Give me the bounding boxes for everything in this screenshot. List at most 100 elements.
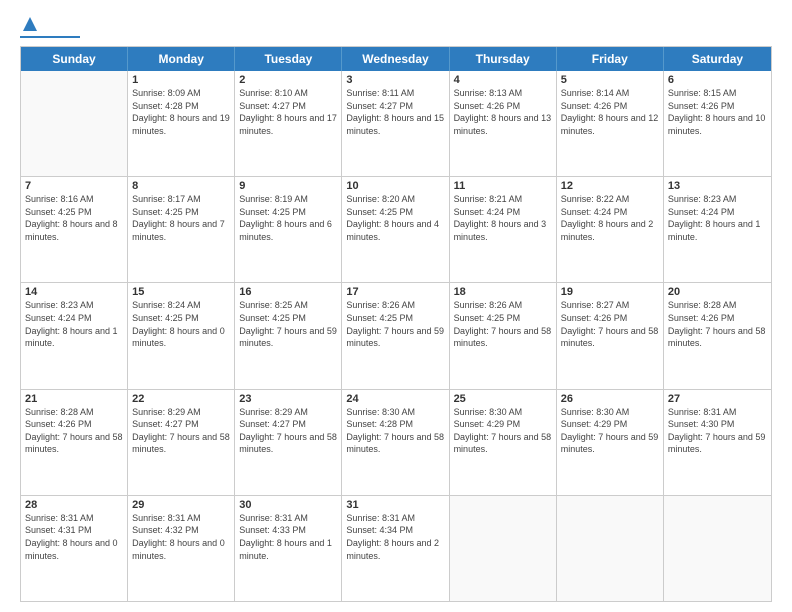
- day-number: 6: [668, 74, 767, 86]
- cal-cell: 2Sunrise: 8:10 AMSunset: 4:27 PMDaylight…: [235, 71, 342, 176]
- cal-cell: 29Sunrise: 8:31 AMSunset: 4:32 PMDayligh…: [128, 496, 235, 601]
- day-number: 9: [239, 180, 337, 192]
- day-info: Sunrise: 8:21 AMSunset: 4:24 PMDaylight:…: [454, 193, 552, 243]
- day-number: 5: [561, 74, 659, 86]
- weekday-header-sunday: Sunday: [21, 47, 128, 71]
- weekday-header-thursday: Thursday: [450, 47, 557, 71]
- cal-row-2: 14Sunrise: 8:23 AMSunset: 4:24 PMDayligh…: [21, 283, 771, 389]
- day-info: Sunrise: 8:29 AMSunset: 4:27 PMDaylight:…: [239, 406, 337, 456]
- cal-cell: 8Sunrise: 8:17 AMSunset: 4:25 PMDaylight…: [128, 177, 235, 282]
- day-number: 11: [454, 180, 552, 192]
- day-info: Sunrise: 8:17 AMSunset: 4:25 PMDaylight:…: [132, 193, 230, 243]
- logo-line: [20, 36, 80, 38]
- weekday-header-saturday: Saturday: [664, 47, 771, 71]
- day-info: Sunrise: 8:26 AMSunset: 4:25 PMDaylight:…: [346, 299, 444, 349]
- calendar-header: SundayMondayTuesdayWednesdayThursdayFrid…: [21, 47, 771, 71]
- cal-cell: [664, 496, 771, 601]
- day-number: 14: [25, 286, 123, 298]
- day-info: Sunrise: 8:31 AMSunset: 4:32 PMDaylight:…: [132, 512, 230, 562]
- day-number: 24: [346, 393, 444, 405]
- day-number: 7: [25, 180, 123, 192]
- cal-cell: [557, 496, 664, 601]
- cal-cell: 21Sunrise: 8:28 AMSunset: 4:26 PMDayligh…: [21, 390, 128, 495]
- day-info: Sunrise: 8:31 AMSunset: 4:33 PMDaylight:…: [239, 512, 337, 562]
- weekday-header-friday: Friday: [557, 47, 664, 71]
- day-info: Sunrise: 8:23 AMSunset: 4:24 PMDaylight:…: [25, 299, 123, 349]
- cal-cell: 24Sunrise: 8:30 AMSunset: 4:28 PMDayligh…: [342, 390, 449, 495]
- cal-row-1: 7Sunrise: 8:16 AMSunset: 4:25 PMDaylight…: [21, 177, 771, 283]
- day-info: Sunrise: 8:30 AMSunset: 4:29 PMDaylight:…: [454, 406, 552, 456]
- day-number: 12: [561, 180, 659, 192]
- cal-cell: 31Sunrise: 8:31 AMSunset: 4:34 PMDayligh…: [342, 496, 449, 601]
- logo-top: [20, 16, 39, 37]
- day-number: 8: [132, 180, 230, 192]
- cal-row-3: 21Sunrise: 8:28 AMSunset: 4:26 PMDayligh…: [21, 390, 771, 496]
- day-info: Sunrise: 8:28 AMSunset: 4:26 PMDaylight:…: [668, 299, 767, 349]
- day-info: Sunrise: 8:10 AMSunset: 4:27 PMDaylight:…: [239, 87, 337, 137]
- cal-cell: 22Sunrise: 8:29 AMSunset: 4:27 PMDayligh…: [128, 390, 235, 495]
- day-number: 15: [132, 286, 230, 298]
- day-info: Sunrise: 8:14 AMSunset: 4:26 PMDaylight:…: [561, 87, 659, 137]
- day-number: 16: [239, 286, 337, 298]
- cal-cell: 15Sunrise: 8:24 AMSunset: 4:25 PMDayligh…: [128, 283, 235, 388]
- day-info: Sunrise: 8:19 AMSunset: 4:25 PMDaylight:…: [239, 193, 337, 243]
- cal-cell: 18Sunrise: 8:26 AMSunset: 4:25 PMDayligh…: [450, 283, 557, 388]
- day-info: Sunrise: 8:09 AMSunset: 4:28 PMDaylight:…: [132, 87, 230, 137]
- day-number: 23: [239, 393, 337, 405]
- day-number: 17: [346, 286, 444, 298]
- day-number: 30: [239, 499, 337, 511]
- day-number: 26: [561, 393, 659, 405]
- calendar: SundayMondayTuesdayWednesdayThursdayFrid…: [20, 46, 772, 602]
- day-number: 20: [668, 286, 767, 298]
- day-info: Sunrise: 8:16 AMSunset: 4:25 PMDaylight:…: [25, 193, 123, 243]
- cal-cell: [450, 496, 557, 601]
- day-info: Sunrise: 8:23 AMSunset: 4:24 PMDaylight:…: [668, 193, 767, 243]
- day-number: 3: [346, 74, 444, 86]
- day-number: 13: [668, 180, 767, 192]
- day-info: Sunrise: 8:22 AMSunset: 4:24 PMDaylight:…: [561, 193, 659, 243]
- page: SundayMondayTuesdayWednesdayThursdayFrid…: [0, 0, 792, 612]
- cal-cell: 13Sunrise: 8:23 AMSunset: 4:24 PMDayligh…: [664, 177, 771, 282]
- day-number: 28: [25, 499, 123, 511]
- day-info: Sunrise: 8:30 AMSunset: 4:29 PMDaylight:…: [561, 406, 659, 456]
- day-number: 10: [346, 180, 444, 192]
- day-info: Sunrise: 8:13 AMSunset: 4:26 PMDaylight:…: [454, 87, 552, 137]
- day-info: Sunrise: 8:26 AMSunset: 4:25 PMDaylight:…: [454, 299, 552, 349]
- day-number: 27: [668, 393, 767, 405]
- day-number: 31: [346, 499, 444, 511]
- cal-cell: 6Sunrise: 8:15 AMSunset: 4:26 PMDaylight…: [664, 71, 771, 176]
- cal-cell: 4Sunrise: 8:13 AMSunset: 4:26 PMDaylight…: [450, 71, 557, 176]
- cal-cell: 9Sunrise: 8:19 AMSunset: 4:25 PMDaylight…: [235, 177, 342, 282]
- day-info: Sunrise: 8:11 AMSunset: 4:27 PMDaylight:…: [346, 87, 444, 137]
- day-info: Sunrise: 8:31 AMSunset: 4:30 PMDaylight:…: [668, 406, 767, 456]
- cal-cell: 16Sunrise: 8:25 AMSunset: 4:25 PMDayligh…: [235, 283, 342, 388]
- cal-cell: 10Sunrise: 8:20 AMSunset: 4:25 PMDayligh…: [342, 177, 449, 282]
- day-number: 25: [454, 393, 552, 405]
- day-info: Sunrise: 8:31 AMSunset: 4:31 PMDaylight:…: [25, 512, 123, 562]
- weekday-header-tuesday: Tuesday: [235, 47, 342, 71]
- logo-icon: [22, 16, 38, 32]
- weekday-header-monday: Monday: [128, 47, 235, 71]
- cal-cell: 3Sunrise: 8:11 AMSunset: 4:27 PMDaylight…: [342, 71, 449, 176]
- weekday-header-wednesday: Wednesday: [342, 47, 449, 71]
- day-info: Sunrise: 8:28 AMSunset: 4:26 PMDaylight:…: [25, 406, 123, 456]
- cal-row-4: 28Sunrise: 8:31 AMSunset: 4:31 PMDayligh…: [21, 496, 771, 601]
- cal-cell: 11Sunrise: 8:21 AMSunset: 4:24 PMDayligh…: [450, 177, 557, 282]
- day-info: Sunrise: 8:29 AMSunset: 4:27 PMDaylight:…: [132, 406, 230, 456]
- day-info: Sunrise: 8:24 AMSunset: 4:25 PMDaylight:…: [132, 299, 230, 349]
- day-number: 2: [239, 74, 337, 86]
- cal-cell: 30Sunrise: 8:31 AMSunset: 4:33 PMDayligh…: [235, 496, 342, 601]
- day-number: 19: [561, 286, 659, 298]
- cal-cell: 28Sunrise: 8:31 AMSunset: 4:31 PMDayligh…: [21, 496, 128, 601]
- cal-cell: 5Sunrise: 8:14 AMSunset: 4:26 PMDaylight…: [557, 71, 664, 176]
- cal-cell: 25Sunrise: 8:30 AMSunset: 4:29 PMDayligh…: [450, 390, 557, 495]
- cal-cell: 20Sunrise: 8:28 AMSunset: 4:26 PMDayligh…: [664, 283, 771, 388]
- cal-cell: 7Sunrise: 8:16 AMSunset: 4:25 PMDaylight…: [21, 177, 128, 282]
- day-number: 4: [454, 74, 552, 86]
- day-info: Sunrise: 8:27 AMSunset: 4:26 PMDaylight:…: [561, 299, 659, 349]
- day-info: Sunrise: 8:25 AMSunset: 4:25 PMDaylight:…: [239, 299, 337, 349]
- logo: [20, 16, 82, 38]
- day-info: Sunrise: 8:31 AMSunset: 4:34 PMDaylight:…: [346, 512, 444, 562]
- cal-cell: 1Sunrise: 8:09 AMSunset: 4:28 PMDaylight…: [128, 71, 235, 176]
- cal-cell: 19Sunrise: 8:27 AMSunset: 4:26 PMDayligh…: [557, 283, 664, 388]
